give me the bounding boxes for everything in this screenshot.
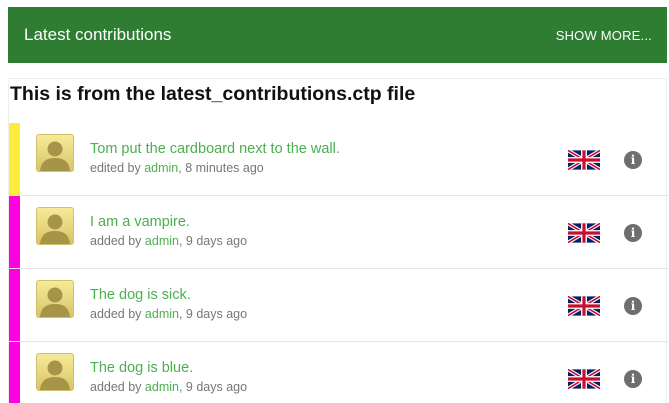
- list-item: The dog is blue. added by admin, 9 days …: [9, 342, 668, 403]
- show-more-link[interactable]: SHOW MORE...: [556, 28, 652, 43]
- latest-contributions-page: Latest contributions SHOW MORE... This i…: [0, 0, 669, 403]
- avatar-icon[interactable]: [36, 207, 74, 245]
- contribution-meta: edited by admin, 8 minutes ago: [90, 161, 264, 175]
- username-link[interactable]: admin: [145, 307, 179, 321]
- sentence-text[interactable]: The dog is sick.: [90, 287, 191, 303]
- sentence-text[interactable]: I am a vampire.: [90, 214, 190, 230]
- info-icon[interactable]: i: [624, 224, 642, 242]
- status-stripe: [9, 269, 20, 341]
- info-icon[interactable]: i: [624, 370, 642, 388]
- info-icon[interactable]: i: [624, 297, 642, 315]
- uk-flag-icon: [567, 367, 601, 391]
- contribution-meta: added by admin, 9 days ago: [90, 307, 247, 321]
- action-text: added by: [90, 307, 142, 321]
- list-item: I am a vampire. added by admin, 9 days a…: [9, 196, 668, 269]
- contribution-meta: added by admin, 9 days ago: [90, 380, 247, 394]
- list-item: Tom put the cardboard next to the wall. …: [9, 123, 668, 196]
- list-item: The dog is sick. added by admin, 9 days …: [9, 269, 668, 342]
- contributions-list: Tom put the cardboard next to the wall. …: [9, 123, 668, 403]
- status-stripe: [9, 123, 20, 195]
- uk-flag-icon: [567, 148, 601, 172]
- uk-flag-icon: [567, 294, 601, 318]
- header-bar: Latest contributions SHOW MORE...: [8, 7, 667, 63]
- timestamp: , 9 days ago: [178, 234, 248, 248]
- card-heading: This is from the latest_contributions.ct…: [10, 83, 416, 105]
- uk-flag-icon: [567, 221, 601, 245]
- action-text: added by: [90, 234, 142, 248]
- header-title: Latest contributions: [24, 25, 172, 44]
- avatar-icon[interactable]: [36, 134, 74, 172]
- timestamp: , 9 days ago: [178, 307, 248, 321]
- sentence-text[interactable]: The dog is blue.: [90, 360, 193, 376]
- sentence-text[interactable]: Tom put the cardboard next to the wall.: [90, 141, 340, 157]
- timestamp: , 9 days ago: [178, 380, 248, 394]
- status-stripe: [9, 196, 20, 268]
- info-icon[interactable]: i: [624, 151, 642, 169]
- status-stripe: [9, 342, 20, 403]
- avatar-icon[interactable]: [36, 353, 74, 391]
- action-text: added by: [90, 380, 142, 394]
- username-link[interactable]: admin: [145, 380, 179, 394]
- avatar-icon[interactable]: [36, 280, 74, 318]
- timestamp: , 8 minutes ago: [178, 161, 264, 175]
- contributions-card: This is from the latest_contributions.ct…: [8, 78, 668, 403]
- username-link[interactable]: admin: [144, 161, 178, 175]
- username-link[interactable]: admin: [145, 234, 179, 248]
- action-text: edited by: [90, 161, 141, 175]
- contribution-meta: added by admin, 9 days ago: [90, 234, 247, 248]
